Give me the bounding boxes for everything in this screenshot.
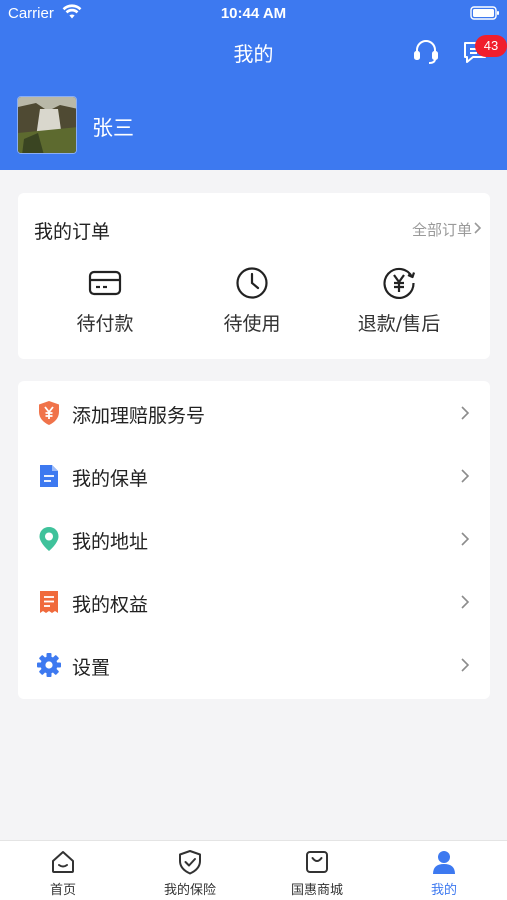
chevron-right-icon bbox=[461, 658, 470, 672]
menu-item-label: 我的权益 bbox=[72, 594, 149, 616]
menu-item-claims-service[interactable]: 添加理赔服务号 bbox=[18, 381, 490, 444]
chevron-right-icon bbox=[461, 532, 470, 546]
chevron-right-icon bbox=[474, 222, 482, 234]
username: 张三 bbox=[92, 116, 134, 140]
order-pending-use[interactable]: 待使用 bbox=[187, 265, 317, 336]
person-icon bbox=[433, 851, 455, 874]
tab-label: 我的 bbox=[430, 883, 457, 898]
card-icon bbox=[88, 270, 122, 296]
gear-icon bbox=[37, 653, 61, 677]
menu-item-my-benefits[interactable]: 我的权益 bbox=[18, 570, 490, 633]
refund-icon bbox=[383, 267, 416, 299]
tab-my-insurance[interactable]: 我的保险 bbox=[127, 841, 253, 900]
orders-title: 我的订单 bbox=[34, 221, 111, 243]
order-item-label: 待使用 bbox=[223, 313, 281, 335]
chevron-right-icon bbox=[461, 595, 470, 609]
document-icon bbox=[40, 465, 58, 487]
avatar[interactable] bbox=[17, 96, 77, 154]
tab-mine[interactable]: 我的 bbox=[381, 841, 507, 900]
menu-item-label: 我的保单 bbox=[72, 468, 149, 490]
menu-item-label: 我的地址 bbox=[72, 531, 149, 553]
tab-label: 首页 bbox=[49, 883, 76, 898]
clock-icon bbox=[236, 267, 268, 299]
shield-check-icon bbox=[179, 850, 201, 875]
location-pin-icon bbox=[39, 527, 59, 551]
tab-mall[interactable]: 国惠商城 bbox=[254, 841, 380, 900]
shield-yen-icon bbox=[39, 401, 59, 425]
tab-label: 国惠商城 bbox=[290, 883, 343, 898]
tab-home[interactable]: 首页 bbox=[0, 841, 126, 900]
message-badge: 43 bbox=[475, 35, 507, 57]
menu-item-label: 设置 bbox=[72, 657, 111, 679]
order-item-label: 待付款 bbox=[76, 313, 134, 335]
menu-item-my-address[interactable]: 我的地址 bbox=[18, 507, 490, 570]
header: Carrier 10:44 AM 我的 43 张三 bbox=[0, 0, 507, 170]
headset-icon[interactable] bbox=[412, 38, 440, 66]
order-pending-payment[interactable]: 待付款 bbox=[40, 265, 170, 336]
menu-item-label: 添加理赔服务号 bbox=[72, 405, 206, 427]
order-item-label: 退款/售后 bbox=[357, 313, 441, 335]
menu-item-my-policies[interactable]: 我的保单 bbox=[18, 444, 490, 507]
clock: 10:44 AM bbox=[220, 5, 287, 22]
receipt-icon bbox=[40, 591, 58, 613]
chevron-right-icon bbox=[461, 469, 470, 483]
order-refund[interactable]: 退款/售后 bbox=[334, 265, 464, 336]
menu-list: 添加理赔服务号 我的保单 我的地址 我的权益 设置 bbox=[18, 381, 490, 699]
my-orders-card: 我的订单 全部订单 待付款 待使用 退款/售后 bbox=[18, 193, 490, 359]
battery-icon bbox=[470, 6, 499, 20]
tab-bar: 首页 我的保险 国惠商城 我的 bbox=[0, 840, 507, 900]
chevron-right-icon bbox=[461, 406, 470, 420]
menu-item-settings[interactable]: 设置 bbox=[18, 633, 490, 696]
status-bar: Carrier 10:44 AM bbox=[0, 0, 507, 28]
home-icon bbox=[52, 851, 74, 873]
shopping-bag-icon bbox=[306, 851, 328, 873]
tab-label: 我的保险 bbox=[163, 883, 216, 898]
all-orders-link[interactable]: 全部订单 bbox=[412, 219, 472, 240]
